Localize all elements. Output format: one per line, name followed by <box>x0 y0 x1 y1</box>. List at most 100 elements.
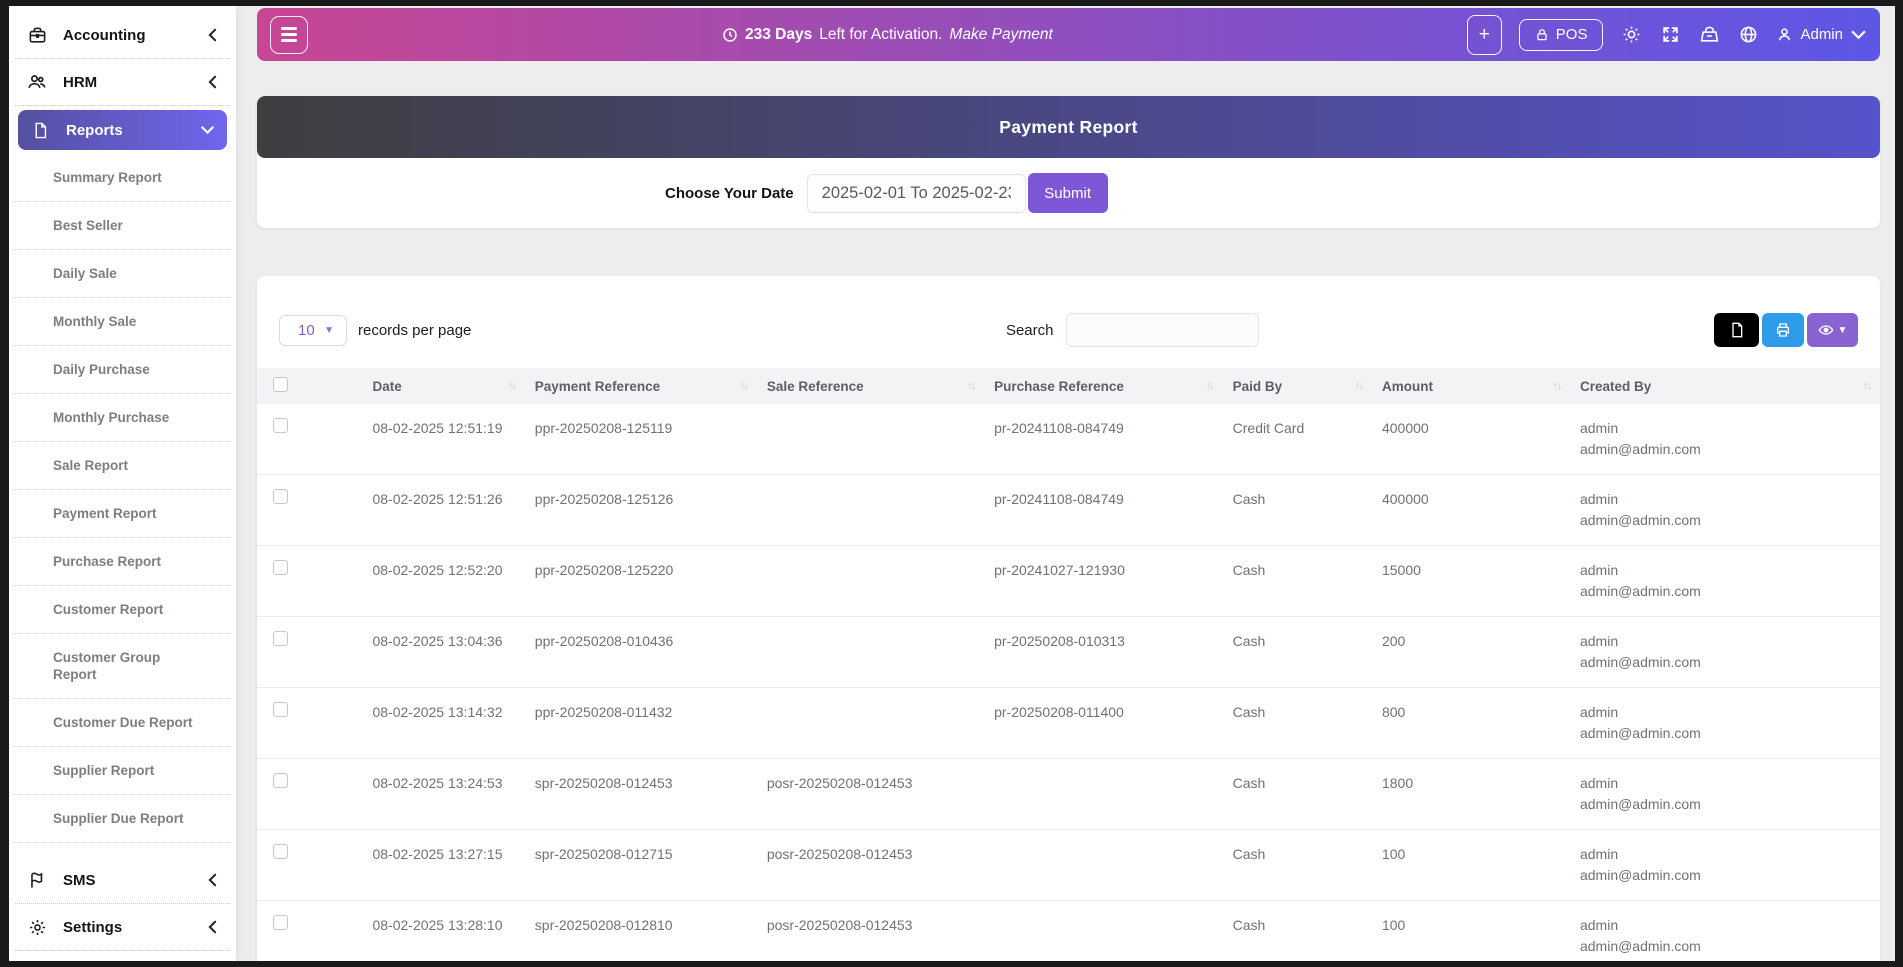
sort-icon[interactable]: ↑↓ <box>508 380 515 392</box>
sort-icon[interactable]: ↑↓ <box>1206 380 1213 392</box>
sidebar-item-customer-report[interactable]: Customer Report <box>13 586 232 634</box>
sidebar-item-sale-report[interactable]: Sale Report <box>13 442 232 490</box>
sidebar-item-customer-due-report[interactable]: Customer Due Report <box>13 699 232 747</box>
sidebar-item-label: Customer Report <box>53 601 203 618</box>
row-checkbox[interactable] <box>273 915 288 930</box>
sidebar-item-label: Daily Purchase <box>53 361 203 378</box>
row-checkbox[interactable] <box>273 560 288 575</box>
search-control: Search <box>1006 313 1260 347</box>
sidebar-item-reports[interactable]: Reports <box>18 110 227 150</box>
sidebar-item-monthly-purchase[interactable]: Monthly Purchase <box>13 394 232 442</box>
sort-icon[interactable]: ↑↓ <box>740 380 747 392</box>
sidebar-item-hrm[interactable]: HRM <box>9 59 236 105</box>
sidebar-item-payment-report[interactable]: Payment Report <box>13 490 232 538</box>
row-checkbox[interactable] <box>273 489 288 504</box>
table-row: 08-02-2025 13:14:32ppr-20250208-011432pr… <box>257 688 1880 759</box>
sidebar-item-label: Payment Report <box>53 505 203 522</box>
cell-date: 08-02-2025 13:28:10 <box>362 901 524 962</box>
globe-icon[interactable] <box>1737 24 1759 46</box>
flag-icon <box>27 870 47 890</box>
cell-sale-reference <box>757 688 984 759</box>
cell-sale-reference <box>757 546 984 617</box>
print-button[interactable] <box>1762 313 1804 347</box>
hamburger-menu-button[interactable] <box>270 16 308 54</box>
cell-sale-reference: posr-20250208-012453 <box>757 759 984 830</box>
make-payment-link[interactable]: Make Payment <box>949 26 1052 44</box>
cell-date: 08-02-2025 12:52:20 <box>362 546 524 617</box>
date-filter-label: Choose Your Date <box>665 185 794 202</box>
column-header-created-by[interactable]: Created By <box>1580 379 1651 394</box>
column-header-purchase-reference[interactable]: Purchase Reference <box>994 379 1124 394</box>
column-visibility-button[interactable]: ▼ <box>1807 313 1858 347</box>
file-icon <box>1729 322 1745 338</box>
fullscreen-icon[interactable] <box>1659 24 1681 46</box>
page-size-select[interactable]: 10 ▼ <box>279 315 347 346</box>
row-checkbox[interactable] <box>273 631 288 646</box>
cell-paid-by: Cash <box>1223 546 1372 617</box>
cell-payment-reference: ppr-20250208-125126 <box>525 475 757 546</box>
table-header-row: Date ↑↓ Payment Reference ↑↓ Sale Referenc… <box>257 368 1880 404</box>
user-icon <box>1776 26 1793 43</box>
cell-payment-reference: spr-20250208-012453 <box>525 759 757 830</box>
cell-purchase-reference <box>984 759 1223 830</box>
cell-purchase-reference: pr-20250208-011400 <box>984 688 1223 759</box>
cell-purchase-reference <box>984 830 1223 901</box>
column-header-sale-reference[interactable]: Sale Reference <box>767 379 864 394</box>
add-button[interactable]: + <box>1467 15 1502 55</box>
cell-created-by: adminadmin@admin.com <box>1570 830 1880 901</box>
search-input[interactable] <box>1066 313 1259 347</box>
sidebar-item-sms[interactable]: SMS <box>9 857 236 903</box>
cash-register-icon[interactable] <box>1698 24 1720 46</box>
cell-amount: 100 <box>1372 901 1570 962</box>
cell-payment-reference: spr-20250208-012810 <box>525 901 757 962</box>
chevron-down-icon: ▼ <box>1838 325 1848 336</box>
sidebar-item-best-seller[interactable]: Best Seller <box>13 202 232 250</box>
row-checkbox[interactable] <box>273 844 288 859</box>
chevron-left-icon <box>208 76 220 88</box>
column-header-amount[interactable]: Amount <box>1382 379 1433 394</box>
column-header-date[interactable]: Date <box>372 379 401 394</box>
cell-amount: 15000 <box>1372 546 1570 617</box>
cell-sale-reference: posr-20250208-012453 <box>757 830 984 901</box>
sidebar-item-daily-purchase[interactable]: Daily Purchase <box>13 346 232 394</box>
cell-payment-reference: ppr-20250208-010436 <box>525 617 757 688</box>
top-navbar: 233 Days Left for Activation. Make Payme… <box>257 8 1880 61</box>
admin-menu[interactable]: Admin <box>1776 26 1867 43</box>
sidebar-item-supplier-report[interactable]: Supplier Report <box>13 747 232 795</box>
row-checkbox[interactable] <box>273 773 288 788</box>
column-header-payment-reference[interactable]: Payment Reference <box>535 379 660 394</box>
divider <box>15 105 230 106</box>
payment-report-table: Date ↑↓ Payment Reference ↑↓ Sale Referenc… <box>257 368 1880 961</box>
theme-sun-icon[interactable] <box>1620 24 1642 46</box>
sidebar-item-label: Sale Report <box>53 457 203 474</box>
sidebar-item-supplier-due-report[interactable]: Supplier Due Report <box>13 795 232 843</box>
cell-amount: 200 <box>1372 617 1570 688</box>
sort-icon[interactable]: ↑↓ <box>1355 380 1362 392</box>
activation-text: Left for Activation. <box>819 26 942 44</box>
cell-sale-reference <box>757 617 984 688</box>
sort-icon[interactable]: ↑↓ <box>1863 380 1870 392</box>
sidebar-item-summary-report[interactable]: Summary Report <box>13 154 232 202</box>
chevron-left-icon <box>208 921 220 933</box>
column-header-paid-by[interactable]: Paid By <box>1233 379 1283 394</box>
row-checkbox[interactable] <box>273 702 288 717</box>
export-file-button[interactable] <box>1714 313 1759 347</box>
cell-amount: 800 <box>1372 688 1570 759</box>
select-all-checkbox[interactable] <box>273 377 288 392</box>
sidebar-item-monthly-sale[interactable]: Monthly Sale <box>13 298 232 346</box>
sort-icon[interactable]: ↑↓ <box>967 380 974 392</box>
sidebar-item-customer-group-report[interactable]: Customer Group Report <box>13 634 232 699</box>
sidebar-item-daily-sale[interactable]: Daily Sale <box>13 250 232 298</box>
sidebar-item-purchase-report[interactable]: Purchase Report <box>13 538 232 586</box>
cell-paid-by: Cash <box>1223 830 1372 901</box>
sidebar-item-accounting[interactable]: Accounting <box>9 12 236 58</box>
pos-button[interactable]: POS <box>1519 19 1604 51</box>
created-by-name: admin <box>1580 418 1870 439</box>
sort-icon[interactable]: ↑↓ <box>1553 380 1560 392</box>
submit-button[interactable]: Submit <box>1028 173 1108 213</box>
row-checkbox[interactable] <box>273 418 288 433</box>
activation-banner: 233 Days Left for Activation. Make Payme… <box>308 26 1467 44</box>
sidebar-item-settings[interactable]: Settings <box>9 904 236 950</box>
date-range-input[interactable] <box>807 174 1026 213</box>
cell-created-by: adminadmin@admin.com <box>1570 546 1880 617</box>
